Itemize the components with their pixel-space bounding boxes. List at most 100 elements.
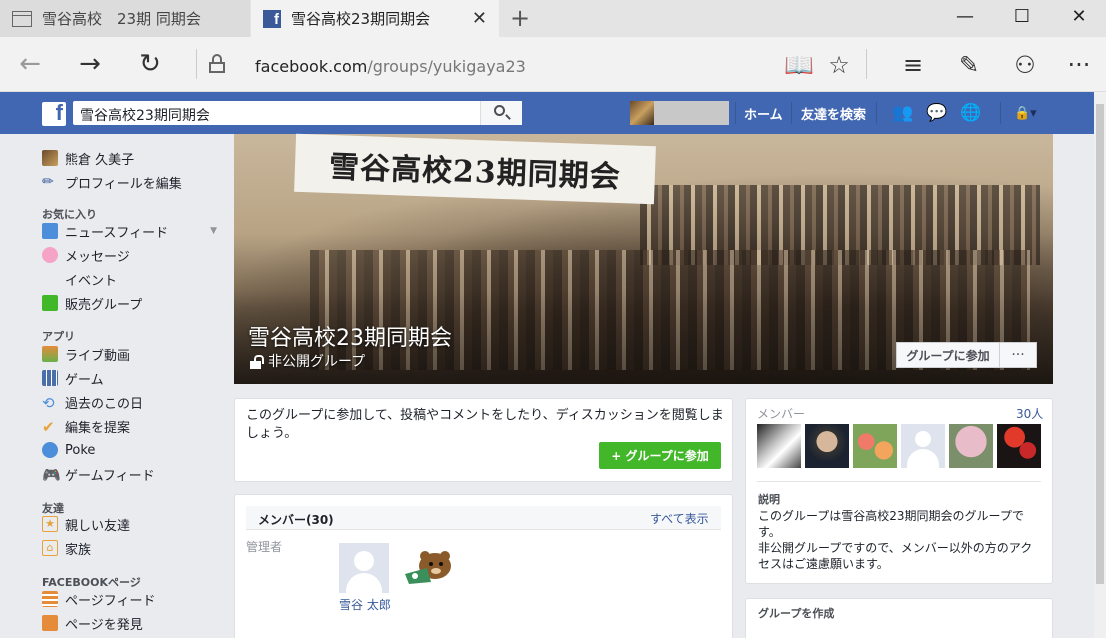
sidebar-item-newsfeed[interactable]: ニュースフィード ▼ <box>42 221 217 241</box>
sidebar-item-games[interactable]: ゲーム <box>42 368 104 388</box>
messages-icon <box>42 247 58 263</box>
member-thumb-default[interactable] <box>901 424 945 468</box>
star-icon: ★ <box>42 516 58 532</box>
newsfeed-icon <box>42 223 58 239</box>
nav-find-friends[interactable]: 友達を検索 <box>801 104 866 123</box>
sidebar-item-live-video[interactable]: ライブ動画 <box>42 344 130 364</box>
sidebar-item-poke[interactable]: Poke <box>42 440 95 460</box>
page-icon <box>12 10 32 27</box>
tab-title: 雪谷高校23期同期会 <box>291 10 431 28</box>
member-thumb[interactable] <box>757 424 801 468</box>
sidebar-item-events[interactable]: イベント <box>42 269 117 289</box>
description-label: 説明 <box>758 493 780 506</box>
friend-requests-icon[interactable]: 👥 <box>892 103 913 123</box>
create-group-label[interactable]: グループを作成 <box>758 605 834 621</box>
sidebar-item-label: ページを発見 <box>65 617 143 633</box>
join-group-button-primary[interactable]: + グループに参加 <box>599 442 721 469</box>
member-thumb[interactable] <box>853 424 897 468</box>
group-privacy-label: 非公開グループ <box>268 354 366 370</box>
divider <box>735 102 736 124</box>
user-name-redacted[interactable] <box>654 101 729 125</box>
check-icon: ✔ <box>42 418 55 436</box>
sidebar-item-label: メッセージ <box>65 249 130 265</box>
lock-icon <box>209 54 225 73</box>
avatar[interactable] <box>630 101 654 125</box>
search-button[interactable] <box>480 101 522 125</box>
games-icon <box>42 370 58 386</box>
close-window-button[interactable]: ✕ <box>1064 6 1094 27</box>
sidebar-edit-profile[interactable]: ✏ プロフィールを編集 <box>42 172 182 192</box>
new-tab-button[interactable]: + <box>510 4 530 32</box>
admin-label: 管理者 <box>246 540 283 554</box>
search-input[interactable]: 雪谷高校23期同期会 <box>73 101 522 125</box>
join-group-button[interactable]: グループに参加 <box>896 342 1000 368</box>
sidebar-item-label: プロフィールを編集 <box>65 176 182 192</box>
sidebar-item-close-friends[interactable]: ★ 親しい友達 <box>42 514 130 534</box>
tab-active[interactable]: f 雪谷高校23期同期会 ✕ <box>251 0 499 37</box>
forward-button[interactable]: → <box>72 49 108 79</box>
messages-icon[interactable]: 💬 <box>926 103 947 123</box>
privacy-shortcuts-icon[interactable]: 🔒▾ <box>1014 106 1037 121</box>
search-icon <box>494 105 505 116</box>
admin-bear-avatar[interactable] <box>401 548 455 588</box>
tab-title: 雪谷高校 23期 同期会 <box>42 10 201 28</box>
sidebar-item-games-feed[interactable]: 🎮 ゲームフィード <box>42 464 155 484</box>
sidebar-item-label: ニュースフィード <box>65 225 169 241</box>
chevron-down-icon[interactable]: ▼ <box>210 226 217 236</box>
sidebar-item-pages-feed[interactable]: ページフィード <box>42 589 155 609</box>
sidebar-item-messages[interactable]: メッセージ <box>42 245 130 265</box>
more-menu-icon[interactable]: ··· <box>1064 51 1094 79</box>
gamepad-icon: 🎮 <box>42 466 61 484</box>
pencil-icon: ✏ <box>42 174 54 190</box>
scrollbar-thumb[interactable] <box>1096 104 1104 584</box>
divider <box>1000 102 1001 124</box>
clock-icon: ⟲ <box>42 394 55 412</box>
sidebar-section-pages: FACEBOOKページ <box>42 576 141 589</box>
favorite-star-icon[interactable]: ☆ <box>824 51 854 79</box>
sidebar-item-label: 過去のこの日 <box>65 396 144 412</box>
poke-icon <box>42 442 58 458</box>
sidebar-item-label: イベント <box>65 273 118 289</box>
back-button[interactable]: ← <box>12 49 48 79</box>
sidebar-item-label: 家族 <box>65 542 92 558</box>
member-thumb[interactable] <box>997 424 1041 468</box>
pages-feed-icon <box>42 591 58 607</box>
more-options-button[interactable]: ··· <box>1000 342 1037 368</box>
facebook-logo[interactable]: f <box>42 100 66 126</box>
sidebar-item-label: Poke <box>65 442 96 458</box>
member-thumb[interactable] <box>805 424 849 468</box>
url-host: facebook.com <box>255 57 368 76</box>
sidebar-item-family[interactable]: ⌂ 家族 <box>42 538 91 558</box>
close-tab-icon[interactable]: ✕ <box>472 8 487 29</box>
sidebar-item-suggest-edits[interactable]: ✔ 編集を提案 <box>42 416 130 436</box>
reading-view-icon[interactable]: 📖 <box>784 51 814 79</box>
sidebar-item-label: ゲームフィード <box>65 468 155 484</box>
members-count-link[interactable]: 30人 <box>1016 405 1043 422</box>
see-all-link[interactable]: すべて表示 <box>650 510 709 527</box>
group-title[interactable]: 雪谷高校23期同期会 <box>248 320 452 352</box>
sidebar-item-discover-pages[interactable]: ページを発見 <box>42 613 143 633</box>
notifications-globe-icon[interactable]: 🌐 <box>960 103 981 123</box>
live-video-icon <box>42 346 58 362</box>
tab-inactive[interactable]: 雪谷高校 23期 同期会 <box>0 0 250 37</box>
member-thumb[interactable] <box>949 424 993 468</box>
buy-sell-icon <box>42 295 58 311</box>
avatar <box>42 150 58 166</box>
admin-name-link[interactable]: 雪谷 太郎 <box>339 596 391 613</box>
sidebar-user[interactable]: 熊倉 久美子 <box>42 148 134 168</box>
admin-avatar[interactable] <box>339 543 389 593</box>
web-note-icon[interactable]: ✎ <box>954 51 984 79</box>
nav-home[interactable]: ホーム <box>744 104 783 123</box>
refresh-button[interactable]: ↻ <box>132 49 168 79</box>
hub-icon[interactable]: ≡ <box>898 51 928 79</box>
events-icon <box>42 271 58 287</box>
sidebar-item-buy-sell[interactable]: 販売グループ <box>42 293 142 313</box>
share-icon[interactable]: ⚇ <box>1010 51 1040 79</box>
maximize-button[interactable]: ☐ <box>1007 6 1037 27</box>
minimize-button[interactable]: — <box>950 6 980 27</box>
sidebar-section-apps: アプリ <box>42 330 75 343</box>
sidebar-item-on-this-day[interactable]: ⟲ 過去のこの日 <box>42 392 143 412</box>
divider <box>866 49 867 79</box>
url-field[interactable]: facebook.com/groups/yukigaya23 <box>255 57 526 76</box>
sidebar-item-label: 編集を提案 <box>65 420 131 436</box>
